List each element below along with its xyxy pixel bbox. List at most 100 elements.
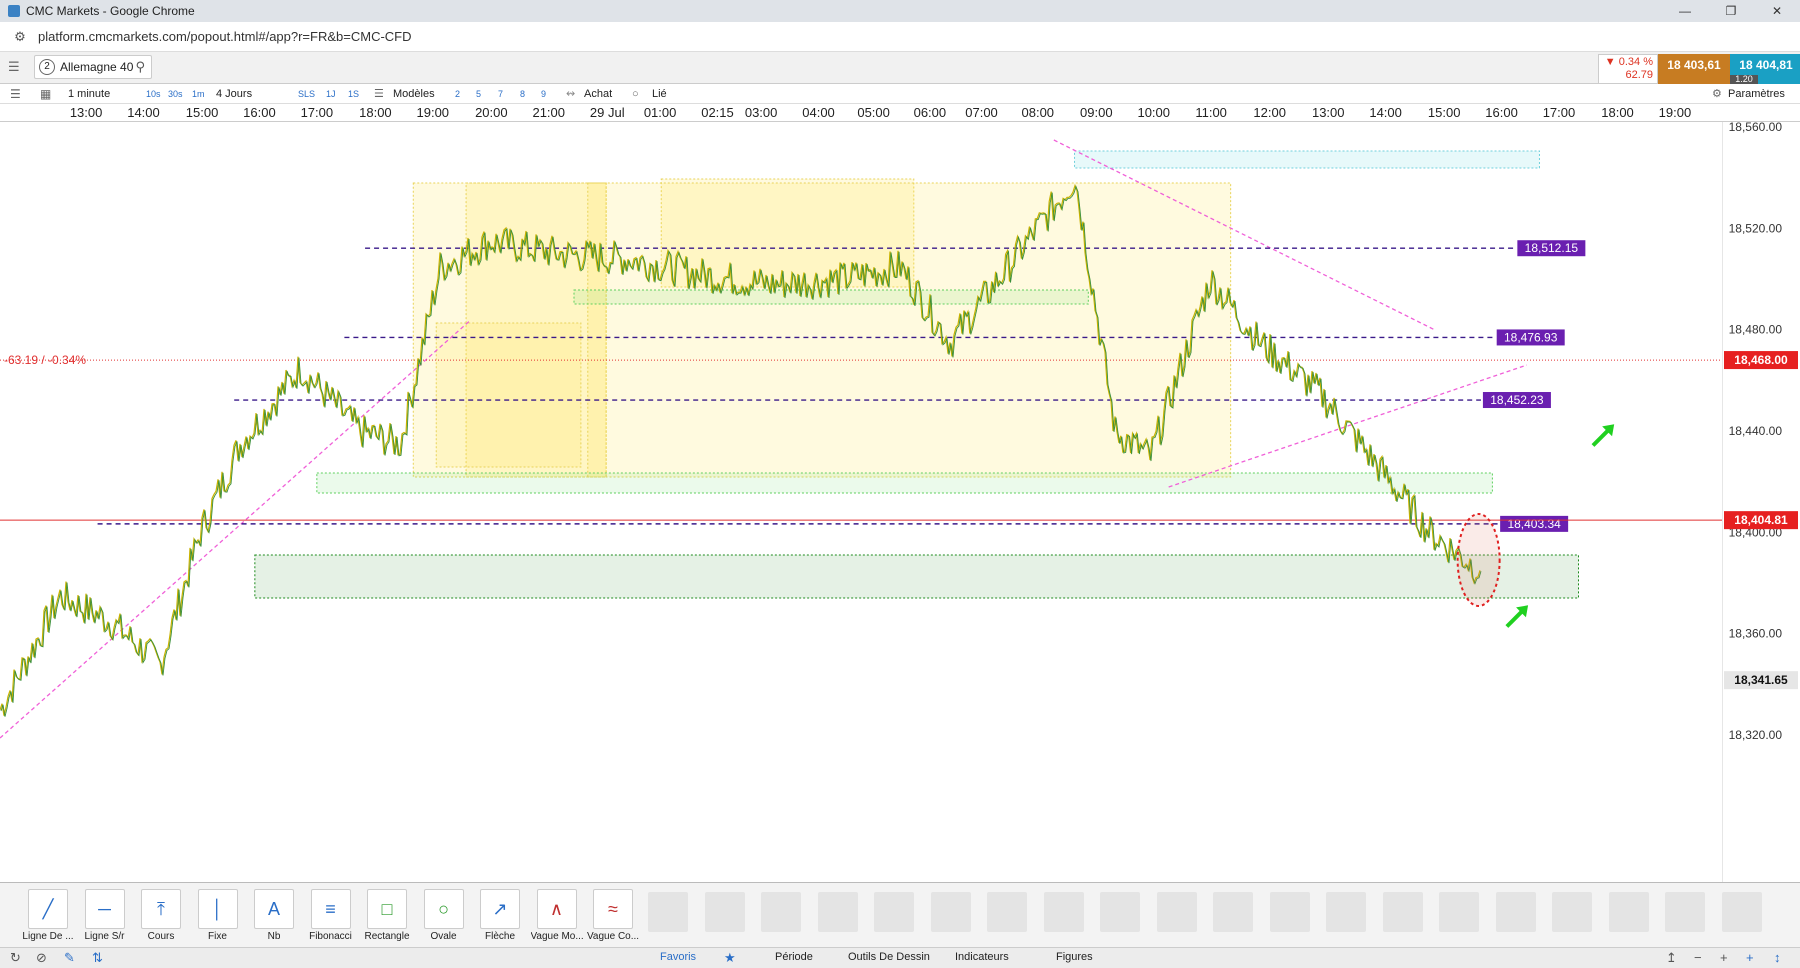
change-points: 62.79: [1625, 69, 1653, 81]
menu-icon[interactable]: ☰: [8, 60, 22, 74]
pencil-icon[interactable]: ✎: [64, 950, 75, 966]
period-sls[interactable]: SLS: [298, 87, 315, 101]
price-line-icon: ⤒: [141, 889, 181, 929]
zoom-out-icon[interactable]: −: [1694, 950, 1702, 965]
minimize-icon[interactable]: —: [1662, 0, 1708, 22]
drawing-tool-button[interactable]: │ Fixe: [192, 889, 244, 942]
link-icon[interactable]: ○: [632, 87, 639, 101]
time-tick-label: 15:00: [185, 105, 219, 120]
drawing-tool-button[interactable]: ⤒ Cours: [135, 889, 187, 942]
linked-button[interactable]: Lié: [652, 87, 667, 101]
refresh-icon[interactable]: ↻: [10, 950, 21, 966]
time-tick-label: 11:00: [1195, 105, 1227, 120]
empty-tool-slot[interactable]: [1043, 892, 1084, 932]
drawing-tool-button[interactable]: ≡ Fibonacci: [305, 889, 357, 942]
drawing-tool-button[interactable]: ─ Ligne S/r: [79, 889, 131, 942]
green-arrow-icon: [1591, 424, 1615, 447]
zoom-in-icon[interactable]: +: [1720, 950, 1728, 965]
empty-tool-slot[interactable]: [1100, 892, 1140, 932]
instrument-selector[interactable]: 2 Allemagne 40 ⚲: [34, 55, 152, 79]
empty-tool-slot[interactable]: [1495, 892, 1536, 932]
period-1s[interactable]: 1S: [348, 87, 359, 101]
empty-tool-slot[interactable]: [1213, 892, 1253, 932]
tab-drawing-tools[interactable]: Outils De Dessin: [848, 951, 930, 963]
interval-select[interactable]: 1 minute: [68, 87, 110, 101]
buy-mode-button[interactable]: Achat: [584, 87, 612, 101]
empty-tool-slot[interactable]: [930, 892, 971, 932]
maximize-icon[interactable]: ❐: [1708, 0, 1754, 22]
buy-mode-icon[interactable]: ↭: [566, 87, 575, 101]
empty-tool-slot[interactable]: [1721, 892, 1762, 932]
site-settings-icon[interactable]: ⚙: [12, 29, 28, 45]
drawing-tool-button[interactable]: ∧ Vague Mo...: [531, 889, 583, 942]
drawing-tool-button[interactable]: ○ Ovale: [418, 889, 470, 942]
sell-button[interactable]: 18 403,61: [1658, 54, 1730, 84]
empty-tool-slot[interactable]: [761, 892, 801, 932]
settings-button[interactable]: Paramètres: [1728, 87, 1785, 101]
layout-icon[interactable]: ▦: [40, 87, 51, 101]
interval-30s[interactable]: 30s: [168, 87, 183, 101]
interval-10s[interactable]: 10s: [146, 87, 161, 101]
list-icon[interactable]: ☰: [10, 87, 21, 101]
trend-line: [0, 319, 472, 739]
empty-tool-slot[interactable]: [648, 892, 688, 932]
template-9[interactable]: 9: [541, 87, 546, 101]
drawing-tool-button[interactable]: ↗ Flèche: [474, 889, 526, 942]
buy-button[interactable]: 18 404,81 1.20: [1730, 54, 1800, 84]
scale-icon[interactable]: ↥: [1666, 950, 1677, 966]
empty-tool-slot[interactable]: [704, 892, 745, 932]
period-1j[interactable]: 1J: [326, 87, 336, 101]
drawing-tool-button[interactable]: ≈ Vague Co...: [587, 889, 639, 942]
search-icon[interactable]: ⚲: [135, 59, 145, 75]
template-5[interactable]: 5: [476, 87, 481, 101]
time-tick-label: 16:00: [1485, 105, 1518, 120]
drawing-tool-button[interactable]: □ Rectangle: [361, 889, 413, 942]
time-tick-label: 18:00: [1601, 105, 1634, 120]
drawing-tool-label: Ligne De ...: [22, 931, 74, 942]
price-chart[interactable]: 18,512.15 18,476.93 18,452.23 18,403.34 -63.…: [0, 122, 1800, 882]
text-icon: A: [254, 889, 294, 929]
address-bar[interactable]: ⚙ platform.cmcmarkets.com/popout.html#/a…: [0, 22, 1800, 52]
drawing-tool-button[interactable]: ╱ Ligne De ...: [22, 889, 74, 942]
empty-tool-slot[interactable]: [987, 892, 1027, 932]
tab-figures[interactable]: Figures: [1056, 951, 1093, 963]
tab-period[interactable]: Période: [775, 951, 813, 963]
empty-tool-slot[interactable]: [1382, 892, 1423, 932]
star-icon[interactable]: ★: [724, 950, 736, 966]
close-icon[interactable]: ✕: [1754, 0, 1800, 22]
time-tick-label: 14:00: [127, 105, 160, 120]
magnet-icon[interactable]: ⇅: [92, 950, 103, 966]
spread-badge: 1.20: [1730, 75, 1758, 84]
wave-corrective-icon: ≈: [593, 889, 633, 929]
rectangle-icon: □: [367, 889, 407, 929]
url-text: platform.cmcmarkets.com/popout.html#/app…: [38, 29, 412, 44]
empty-tool-slot[interactable]: [1608, 892, 1649, 932]
template-7[interactable]: 7: [498, 87, 503, 101]
template-8[interactable]: 8: [520, 87, 525, 101]
crosshair-icon[interactable]: +: [1746, 950, 1754, 965]
tab-favorites[interactable]: Favoris: [660, 951, 696, 963]
templates-button[interactable]: Modèles: [393, 87, 435, 101]
tab-indicators[interactable]: Indicateurs: [955, 951, 1009, 963]
empty-tool-slot[interactable]: [874, 892, 914, 932]
gear-icon[interactable]: ⚙: [1712, 87, 1722, 101]
empty-tool-slot[interactable]: [1156, 892, 1197, 932]
empty-tool-slot[interactable]: [1439, 892, 1479, 932]
resistance-zone: [1074, 150, 1540, 169]
empty-tool-slot[interactable]: [1552, 892, 1592, 932]
expand-icon[interactable]: ↕: [1774, 950, 1781, 965]
drawing-tool-button[interactable]: A Nb: [248, 889, 300, 942]
templates-icon[interactable]: ☰: [374, 87, 384, 101]
template-2[interactable]: 2: [455, 87, 460, 101]
oval-highlight: [1456, 513, 1501, 607]
drawing-tool-label: Cours: [147, 931, 175, 942]
period-select[interactable]: 4 Jours: [216, 87, 252, 101]
time-tick-label: 04:00: [802, 105, 835, 120]
empty-tool-slot[interactable]: [1326, 892, 1366, 932]
empty-tool-slot[interactable]: [817, 892, 858, 932]
empty-tool-slot[interactable]: [1269, 892, 1310, 932]
clear-icon[interactable]: ⊘: [36, 950, 47, 966]
interval-1m[interactable]: 1m: [192, 87, 205, 101]
empty-tool-slot[interactable]: [1665, 892, 1705, 932]
consolidation-zone: [435, 322, 582, 468]
